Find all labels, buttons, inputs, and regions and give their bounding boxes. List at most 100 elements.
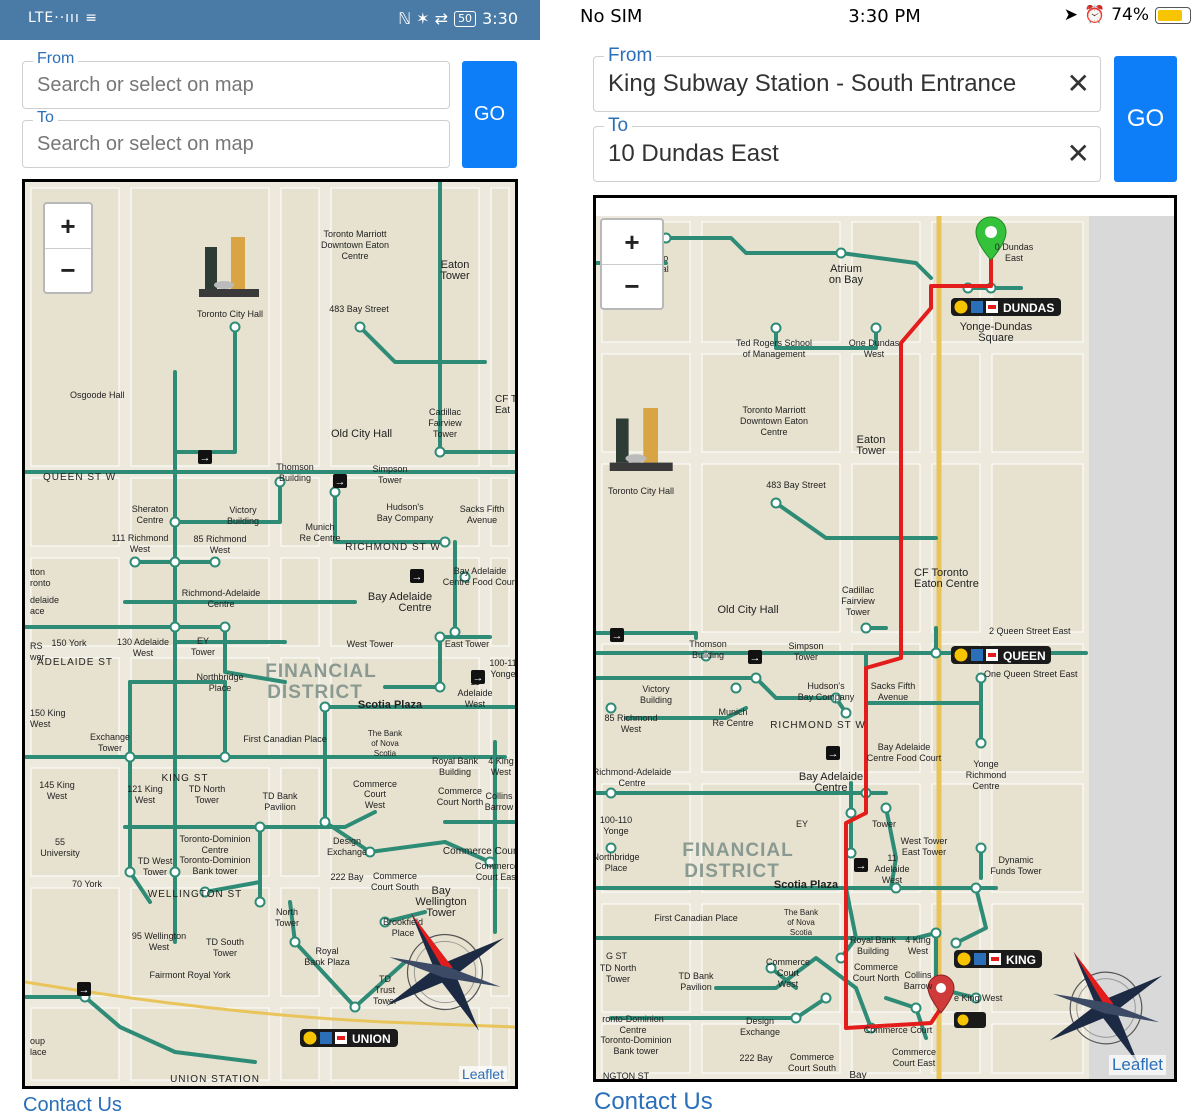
map-label: TD North: [600, 963, 637, 973]
map-label: G ST: [606, 951, 628, 961]
map-label: Northbridge: [596, 852, 640, 862]
map-label: Commerce: [438, 786, 482, 796]
map-tile-gap-top: [596, 198, 1174, 216]
transit-icon-mark: [337, 1036, 345, 1040]
transit-icon-mark: [991, 957, 999, 961]
map-label: Royal: [315, 946, 338, 956]
contact-us-link[interactable]: Contact Us: [23, 1094, 122, 1117]
map-label: TD South: [206, 937, 244, 947]
map-label: Court South: [788, 1063, 836, 1073]
go-button[interactable]: GO: [1114, 56, 1177, 182]
subway-icon: [954, 648, 968, 662]
city-hall-dome: [625, 454, 647, 463]
city-hall-icon: [205, 247, 217, 289]
map-label: 0 Dundas: [995, 242, 1034, 252]
map-label: →: [612, 630, 623, 642]
map-label: Court East: [893, 1058, 936, 1068]
zoom-in-button[interactable]: +: [45, 204, 91, 248]
status-icons: ℕ ✶ ⇄: [398, 9, 449, 28]
ios-status-bar: No SIM 3:30 PM ➤ ⏰ 74%: [570, 0, 1199, 36]
map-label: Centre: [341, 251, 368, 261]
map-label: Toronto Marriott: [323, 229, 387, 239]
leaflet-attribution[interactable]: Leaflet: [1108, 1055, 1166, 1075]
map-label: West: [491, 767, 512, 777]
map-label: Centre: [814, 782, 847, 794]
map-label: Centre: [201, 845, 228, 855]
map-canvas[interactable]: rontominalAtriumon Bay0 DundasEastYonge-…: [596, 198, 1174, 1079]
map-canvas[interactable]: Toronto MarriottDowntown EatonCentreEato…: [25, 182, 515, 1086]
map-label: Thomson: [689, 639, 727, 649]
start-pin-dot: [985, 226, 997, 238]
path-node: [254, 821, 266, 833]
contact-us-link[interactable]: Contact Us: [594, 1088, 713, 1116]
path-node: [254, 896, 266, 908]
map-label: Exchange: [740, 1027, 780, 1037]
map-label: Yonge: [973, 759, 998, 769]
map-label: 150 York: [51, 638, 87, 648]
zoom-out-button[interactable]: −: [45, 248, 91, 292]
location-icon: ➤: [1063, 5, 1079, 25]
map-label: West: [133, 648, 154, 658]
path-node: [449, 626, 461, 638]
transit-icon-mark: [988, 653, 996, 657]
map-label: West Tower: [901, 836, 948, 846]
map-label: Barrow: [904, 981, 933, 991]
map-label: →: [200, 452, 211, 464]
map-label: Toronto Marriott: [742, 405, 806, 415]
map[interactable]: Toronto Marriott Downtown Eaton Centre Eato…: [22, 179, 518, 1089]
map-label: FINANCIAL: [265, 661, 376, 682]
to-input[interactable]: [594, 127, 1100, 181]
path-node: [434, 631, 446, 643]
map-label: Court North: [853, 973, 900, 983]
map-label: West: [621, 724, 642, 734]
map-label: Dynamic: [998, 855, 1034, 865]
map-label: Building: [439, 767, 471, 777]
map-label: Centre: [398, 602, 431, 614]
map-label: Tower: [195, 795, 219, 805]
zoom-out-button[interactable]: −: [602, 264, 662, 308]
path-node: [730, 682, 742, 694]
from-input[interactable]: [23, 62, 449, 108]
from-field[interactable]: From: [22, 50, 450, 109]
map-label: Bank tower: [192, 866, 237, 876]
map-label: West: [130, 544, 151, 554]
from-field[interactable]: From ✕: [593, 45, 1101, 112]
map-label: Toronto-Dominion: [179, 855, 250, 865]
map[interactable]: rontominalAtriumon Bay0 DundasEastYonge-…: [593, 195, 1177, 1082]
map-label: Court North: [437, 797, 484, 807]
clear-from-icon[interactable]: ✕: [1067, 70, 1090, 98]
map-label: One Queen Street East: [984, 669, 1078, 679]
map-label: 100-11: [489, 658, 515, 668]
map-label: Place: [392, 928, 415, 938]
city-hall-tower: [231, 237, 245, 289]
map-label: TD Bank: [262, 791, 298, 801]
map-label: Commerce: [892, 1047, 936, 1057]
map-label: Fairmont Royal York: [149, 970, 231, 980]
path-node: [750, 672, 762, 684]
from-input[interactable]: [594, 57, 1100, 111]
map-label: West: [908, 946, 929, 956]
map-label: oup: [30, 1036, 45, 1046]
map-label: Centre: [619, 1025, 646, 1035]
map-label: ronto-Dominion: [602, 1014, 664, 1024]
to-field[interactable]: To: [22, 109, 450, 168]
map-label: Court East: [476, 872, 515, 882]
map-label: Tower: [275, 918, 299, 928]
transit-icon-mark: [988, 305, 996, 309]
to-field[interactable]: To ✕: [593, 115, 1101, 182]
map-label: 222 Bay: [330, 872, 364, 882]
map-label: Centre: [136, 515, 163, 525]
map-label: Simpson: [372, 464, 407, 474]
to-input[interactable]: [23, 121, 449, 167]
map-label: DUNDAS: [1003, 301, 1054, 315]
map-label: →: [335, 476, 346, 488]
map-label: East Tower: [902, 847, 946, 857]
map-label: Scotia: [374, 749, 397, 758]
leaflet-attribution[interactable]: Leaflet: [458, 1066, 507, 1082]
city-block: [851, 903, 921, 1013]
clear-to-icon[interactable]: ✕: [1067, 140, 1090, 168]
zoom-in-button[interactable]: +: [602, 220, 662, 264]
map-label: Barrow: [485, 802, 514, 812]
go-button[interactable]: GO: [462, 61, 517, 168]
map-label: DISTRICT: [684, 861, 780, 882]
